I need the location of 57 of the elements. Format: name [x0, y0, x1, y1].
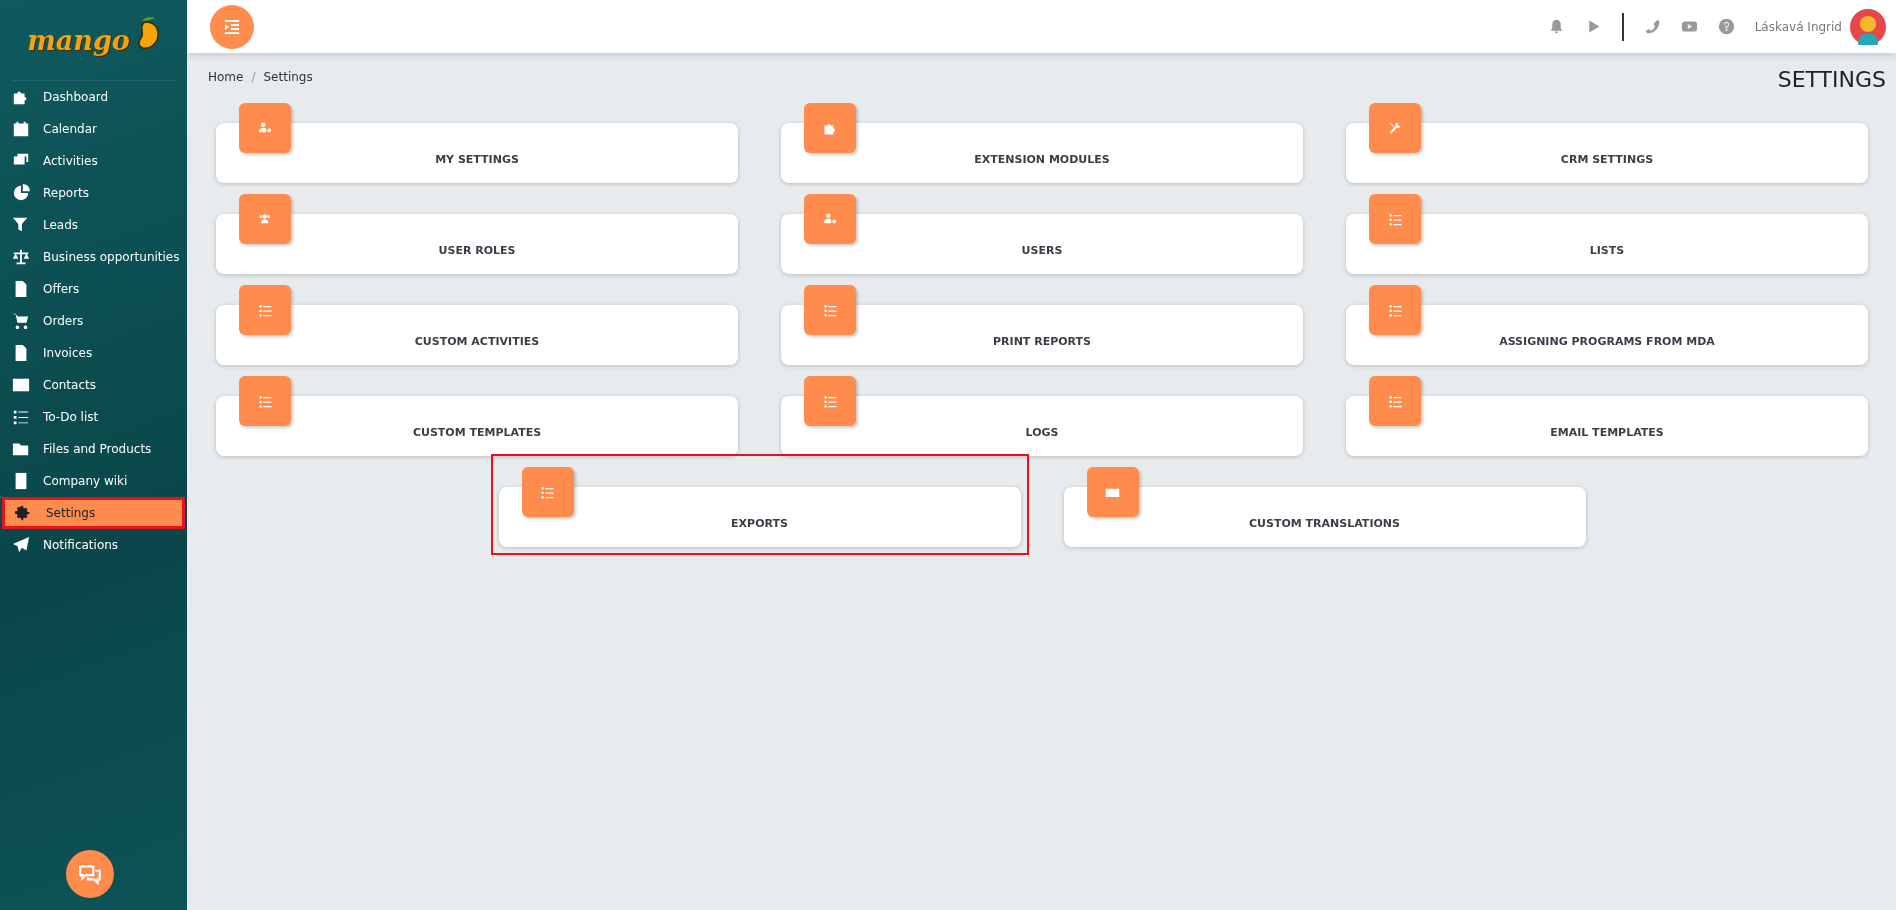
sidebar-item[interactable]: Business opportunities	[2, 241, 185, 273]
sidebar-item[interactable]: Company wiki	[2, 465, 185, 497]
breadcrumb-link[interactable]: Settings	[263, 70, 313, 84]
breadcrumb-separator: /	[251, 70, 256, 84]
help-icon[interactable]	[1717, 18, 1735, 35]
scales-icon	[12, 248, 30, 266]
funnel-icon	[12, 216, 30, 234]
settings-tile[interactable]: EXPORTS	[498, 487, 1021, 547]
sidebar-item[interactable]: Leads	[2, 209, 185, 241]
sidebar-item[interactable]: Offers	[2, 273, 185, 305]
calendar-icon	[12, 120, 30, 138]
menu-toggle-button[interactable]	[210, 4, 254, 49]
user-name[interactable]: Láskavá Ingrid	[1754, 19, 1842, 34]
sidebar-item[interactable]: Calendar	[2, 113, 185, 145]
sidebar-item[interactable]: Notifications	[2, 529, 185, 561]
settings-tile[interactable]: LISTS	[1346, 214, 1868, 274]
tools-icon	[1387, 120, 1403, 136]
settings-tile[interactable]: EMAIL TEMPLATES	[1346, 396, 1868, 456]
sidebar-item[interactable]: Activities	[2, 145, 185, 177]
checklist-icon	[257, 302, 273, 318]
checklist-icon	[257, 393, 273, 409]
checklist-icon	[12, 408, 30, 426]
paper-plane-icon	[12, 536, 30, 554]
sidebar-item[interactable]: To-Do list	[2, 401, 185, 433]
settings-tile[interactable]: MY SETTINGS	[216, 123, 738, 183]
chat-button[interactable]	[66, 850, 114, 898]
logo-text: mango	[27, 24, 130, 56]
checklist-icon	[1387, 393, 1403, 409]
sidebar-item[interactable]: Files and Products	[2, 433, 185, 465]
sidebar-item[interactable]: Orders	[2, 305, 185, 337]
settings-tile[interactable]: USERS	[781, 214, 1303, 274]
checklist-icon	[1387, 302, 1403, 318]
settings-tile[interactable]: CUSTOM ACTIVITIES	[216, 305, 738, 365]
sidebar-item[interactable]: Settings	[2, 497, 185, 529]
settings-tile[interactable]: CUSTOM TRANSLATIONS	[1063, 487, 1586, 547]
checklist-icon	[822, 393, 838, 409]
settings-tile[interactable]: LOGS	[781, 396, 1303, 456]
checklist-icon	[540, 484, 555, 500]
pie-chart-icon	[12, 184, 30, 202]
settings-tile[interactable]: USER ROLES	[216, 214, 738, 274]
sidebar-item[interactable]: Reports	[2, 177, 185, 209]
settings-tile[interactable]: CRM SETTINGS	[1346, 123, 1868, 183]
video-icon[interactable]	[1680, 18, 1698, 35]
sidebar-item[interactable]: Dashboard	[2, 81, 185, 113]
settings-tile[interactable]: ASSIGNING PROGRAMS FROM MDA	[1346, 305, 1868, 365]
settings-tile[interactable]: PRINT REPORTS	[781, 305, 1303, 365]
avatar-icon[interactable]	[1850, 8, 1886, 45]
sidebar-item[interactable]: Invoices	[2, 337, 185, 369]
checklist-icon	[822, 302, 838, 318]
sidebar-item[interactable]: Contacts	[2, 369, 185, 401]
breadcrumb-link[interactable]: Home	[208, 70, 244, 84]
page-title: SETTINGS	[1777, 67, 1886, 92]
checklist-icon	[1387, 211, 1403, 227]
settings-tile[interactable]: EXTENSION MODULES	[781, 123, 1303, 183]
phone-icon[interactable]	[1643, 18, 1661, 35]
settings-tile[interactable]: CUSTOM TEMPLATES	[216, 396, 738, 456]
cart-icon	[12, 312, 30, 330]
